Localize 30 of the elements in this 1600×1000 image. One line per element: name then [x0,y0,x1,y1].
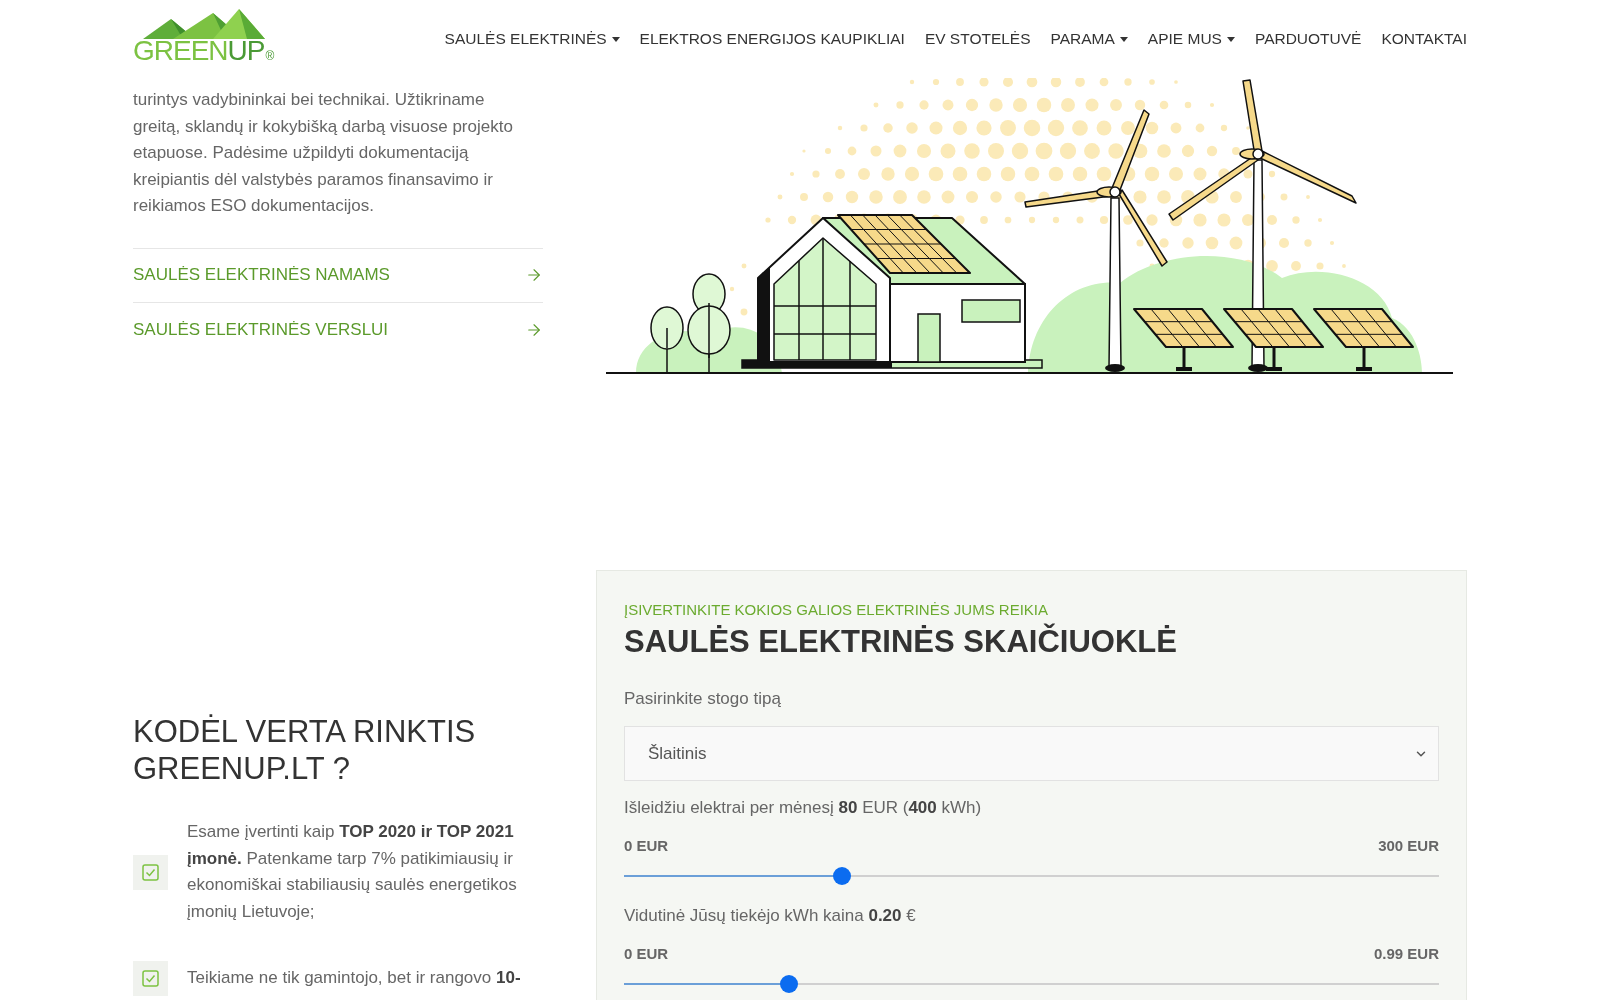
slider-thumb[interactable] [779,975,798,993]
mountain-logo-icon [143,8,265,39]
intro-paragraph: turintys vadybininkai bei technikai. Užtikriname greitą, sklandų ir kokybišką darbą visuose projekto etapuose. Padėsime užpildyti dokumentaciją kreipiantis dėl valstybės paramos finansavimo ir reikiamos ESO dokumentacijos. [133,89,514,217]
arrow-right-icon [525,266,543,284]
roof-type-select[interactable]: Šlaitinis [624,726,1439,781]
feature-text: Esame įvertinti kaip TOP 2020 ir TOP 2021 įmonė. Patenkame tarp 7% patikimiausių ir ekonomiškai stabiliausių saulės energetikos įmonių Lietuvoje; [187,821,518,923]
slider-label: Išleidžiu elektrai per mėnesį 80 EUR (400 kWh) [624,797,983,819]
calculator-title: SAULĖS ELEKTRINĖS SKAIČIUOKLĖ [624,623,1178,661]
nav-link[interactable]: ELEKTROS ENERGIJOS KAUPIKLIAI [639,27,905,51]
nav-link[interactable]: PARAMA [1050,27,1128,51]
feature-text: Teikiame ne tik gamintojo, bet ir rangovo 10- [187,967,521,990]
range-min-label: 0 EUR [624,836,669,856]
range-min-label: 0 EUR [624,944,669,964]
section-heading: KODĖL VERTA RINKTIS GREENUP.LT ? [133,713,477,787]
range-max-label: 0.99 EUR [1373,944,1439,964]
check-square-icon [133,854,168,890]
nav-link[interactable]: EV STOTELĖS [924,27,1031,51]
nav-link[interactable]: APIE MUS [1147,27,1235,51]
calculator-eyebrow: ĮSIVERTINKITE KOKIOS GALIOS ELEKTRINĖS JUMS REIKIA [624,600,1049,620]
nav-link[interactable]: KONTAKTAI [1381,27,1467,51]
range-max-label: 300 EUR [1378,836,1439,856]
check-square-icon [133,961,168,996]
nav-link[interactable]: PARDUOTUVĖ [1254,27,1362,51]
field-label: Pasirinkite stogo tipą [624,688,782,710]
logo-wordmark[interactable]: GREENUP® [133,36,274,70]
nav-link[interactable]: SAULĖS ELEKTRINĖS [444,27,620,51]
slider-track[interactable] [624,975,1439,993]
slider-label: Vidutinė Jūsų tiekėjo kWh kaina 0.20 € [624,905,917,927]
slider-thumb[interactable] [832,867,851,885]
slider-track[interactable] [624,867,1439,885]
